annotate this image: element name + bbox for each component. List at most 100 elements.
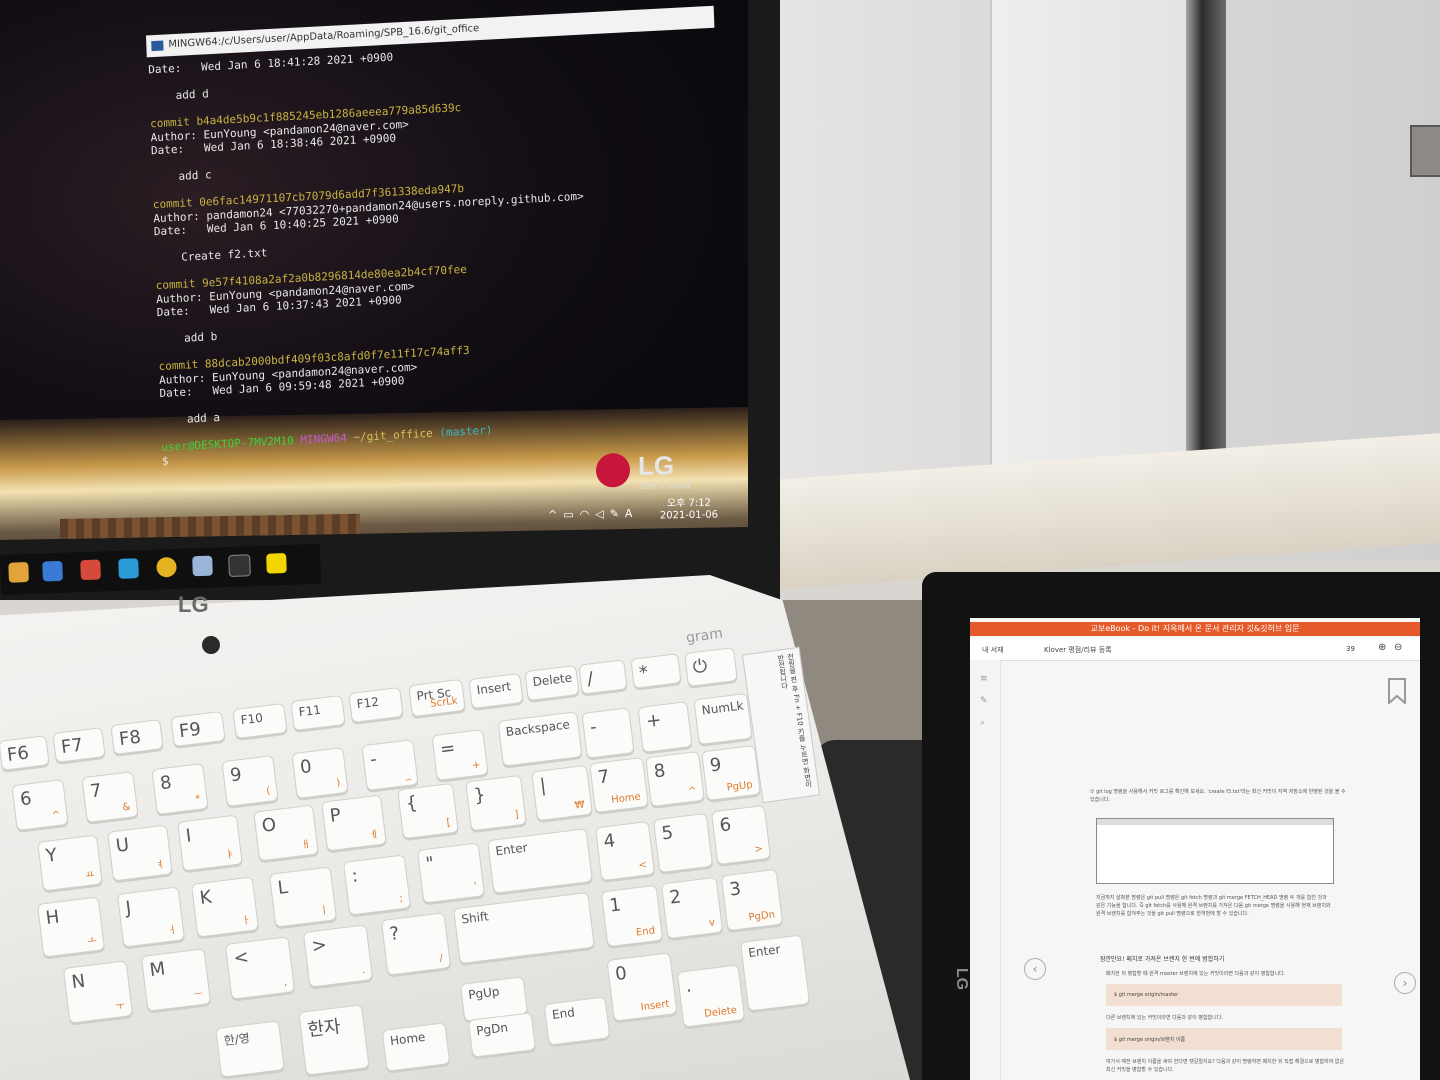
key-n[interactable]: Nㅜ	[62, 960, 134, 1024]
key-1-np[interactable]: 1 End	[600, 884, 664, 948]
key-dot-np[interactable]: . Delete	[676, 964, 746, 1028]
key-minus[interactable]: - _	[361, 739, 419, 791]
key-f11[interactable]: F11	[290, 694, 346, 732]
key-plus-np[interactable]: +	[637, 701, 693, 753]
key-enter-np[interactable]: Enter	[739, 934, 811, 1012]
key-9[interactable]: 9(	[221, 755, 279, 807]
key-period[interactable]: >.	[302, 924, 374, 988]
next-page-icon[interactable]: ›	[1394, 972, 1416, 994]
key-label: F11	[297, 702, 322, 720]
key-star-np[interactable]: *	[630, 653, 682, 689]
key-p[interactable]: Pㅔ	[321, 794, 387, 852]
key-4-np[interactable]: 4 <	[594, 820, 656, 882]
volume-icon[interactable]: ◁	[595, 507, 609, 520]
key-minus-np[interactable]: -	[581, 707, 635, 759]
search-icon[interactable]: ⌕	[980, 718, 985, 728]
edit-icon[interactable]: ✎	[980, 696, 988, 706]
key-5-np[interactable]: 5	[652, 812, 714, 874]
chevron-up-icon[interactable]: ^	[548, 508, 563, 521]
key-insert[interactable]: Insert	[468, 672, 524, 710]
pen-icon[interactable]: ✎	[610, 507, 625, 520]
key-end[interactable]: End	[543, 996, 611, 1046]
wifi-icon[interactable]: ◠	[580, 508, 596, 521]
ebook-titlebar[interactable]: 교보eBook - Do it! 지옥에서 온 문서 관리자 깃&깃허브 입문	[970, 622, 1420, 636]
key-hanyeong[interactable]: 한/영	[215, 1020, 285, 1078]
key-question[interactable]: ? /	[380, 912, 452, 976]
key-u[interactable]: Uㅕ	[107, 824, 173, 882]
tray-icons[interactable]: ^▭◠◁✎A	[548, 507, 638, 522]
key-3-np[interactable]: 3 PgDn	[720, 868, 784, 932]
key-f12[interactable]: F12	[348, 686, 404, 724]
battery-icon[interactable]: ▭	[563, 508, 579, 521]
key-f10[interactable]: F10	[232, 702, 288, 740]
key-0[interactable]: 0)	[291, 747, 349, 799]
ebook-body-text: ① git log 명령을 사용해서 커밋 로그를 확인해 보세요. 'crea…	[1090, 789, 1346, 803]
key-slash-np[interactable]: /	[578, 659, 628, 695]
store-icon[interactable]	[42, 560, 63, 582]
key-6[interactable]: 6 ^	[11, 779, 69, 831]
app-icon[interactable]	[80, 559, 101, 581]
key-label: K	[198, 886, 213, 909]
tray-clock[interactable]: 오후 7:12 2021-01-06	[660, 497, 718, 522]
system-tray[interactable]: ^▭◠◁✎A 오후 7:12 2021-01-06	[548, 495, 748, 528]
input-mode[interactable]: A	[625, 507, 639, 520]
key-y[interactable]: Yㅛ	[37, 834, 103, 892]
key-pgdn[interactable]: PgDn	[467, 1012, 537, 1058]
key-8-np[interactable]: 8 ^	[645, 750, 705, 808]
edge-icon[interactable]	[118, 558, 139, 579]
key-label: O	[260, 814, 278, 837]
key-power[interactable]: ⏻	[684, 647, 738, 687]
key-backspace[interactable]: Backspace	[497, 711, 583, 767]
library-button[interactable]: 내 서재	[982, 645, 1004, 655]
key-f7[interactable]: F7	[52, 727, 106, 763]
key-sublabel: ㅔ	[368, 829, 380, 842]
key-quote[interactable]: " '	[416, 842, 486, 904]
key-6-np[interactable]: 6 >	[710, 804, 772, 866]
key-delete[interactable]: Delete	[524, 664, 580, 702]
key-o[interactable]: Oㅐ	[253, 804, 319, 862]
key-9-np[interactable]: 9 PgUp	[701, 744, 761, 802]
app2-icon[interactable]	[192, 555, 213, 577]
key-j[interactable]: Jㅓ	[116, 886, 186, 948]
key-8[interactable]: 8 *	[151, 763, 209, 815]
key-sublabel: ;	[398, 892, 404, 905]
zoom-in-icon[interactable]: ⊕	[1378, 642, 1386, 653]
key-i[interactable]: Iㅑ	[177, 814, 243, 872]
key-7[interactable]: 7 &	[81, 771, 139, 823]
key-hanja[interactable]: 한자	[298, 1004, 370, 1076]
key-7-np[interactable]: 7 Home	[589, 756, 649, 814]
menu-icon[interactable]: ≡	[980, 674, 988, 684]
key-f9[interactable]: F9	[170, 710, 226, 748]
key-prtsc[interactable]: Prt Sc ScrLk	[408, 678, 466, 718]
key-bracket-l[interactable]: {[	[397, 782, 459, 840]
key-0-np[interactable]: 0 Insert	[606, 952, 678, 1022]
prev-page-icon[interactable]: ‹	[1024, 958, 1046, 980]
key-2-np[interactable]: 2v	[660, 876, 724, 940]
key-bracket-r[interactable]: }]	[465, 774, 527, 832]
key-equals[interactable]: = +	[431, 729, 489, 781]
key-home[interactable]: Home	[381, 1022, 451, 1072]
git-bash-icon[interactable]	[228, 554, 251, 578]
key-semicolon[interactable]: :;	[342, 854, 412, 916]
key-h[interactable]: Hㅗ	[36, 896, 106, 958]
key-comma[interactable]: <,	[224, 936, 296, 1000]
key-label: L	[276, 876, 290, 899]
key-won[interactable]: | ₩	[531, 764, 593, 822]
key-label: 한/영	[222, 1030, 251, 1049]
bookmark-icon[interactable]	[1388, 678, 1406, 704]
key-numlk[interactable]: NumLk	[693, 692, 753, 746]
key-sublabel: v	[708, 917, 716, 929]
key-k[interactable]: Kㅏ	[190, 876, 260, 938]
key-f8[interactable]: F8	[110, 719, 164, 755]
file-explorer-icon[interactable]	[8, 562, 29, 583]
key-l[interactable]: Lㅣ	[268, 866, 338, 928]
zoom-out-icon[interactable]: ⊖	[1394, 642, 1402, 653]
page-number[interactable]: 39	[1346, 645, 1355, 653]
key-f6[interactable]: F6	[0, 735, 50, 771]
chrome-icon[interactable]	[156, 556, 177, 578]
review-button[interactable]: Klover 평점/리뷰 등록	[1044, 645, 1112, 655]
key-m[interactable]: Mㅡ	[140, 948, 212, 1012]
key-label: 한자	[306, 1016, 342, 1042]
kakaotalk-icon[interactable]	[266, 553, 287, 574]
terminal-output[interactable]: Date: Wed Jan 6 18:41:28 2021 +0900 add …	[148, 32, 748, 468]
